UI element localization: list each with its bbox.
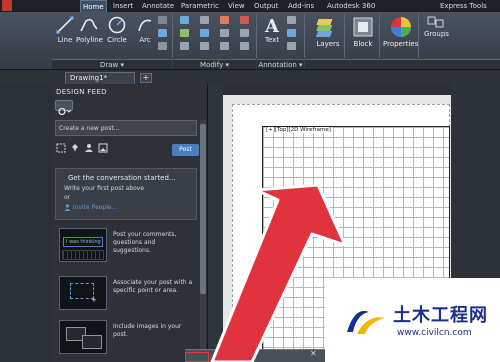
watermark-title: 土木工程网 xyxy=(393,305,488,326)
watermark-url: www.civilcn.com xyxy=(397,328,472,338)
watermark: 土木工程网 www.civilcn.com xyxy=(325,278,500,362)
autocad-window: Home Insert Annotate Parametric View Out… xyxy=(0,0,500,362)
watermark-logo-icon xyxy=(347,310,385,334)
